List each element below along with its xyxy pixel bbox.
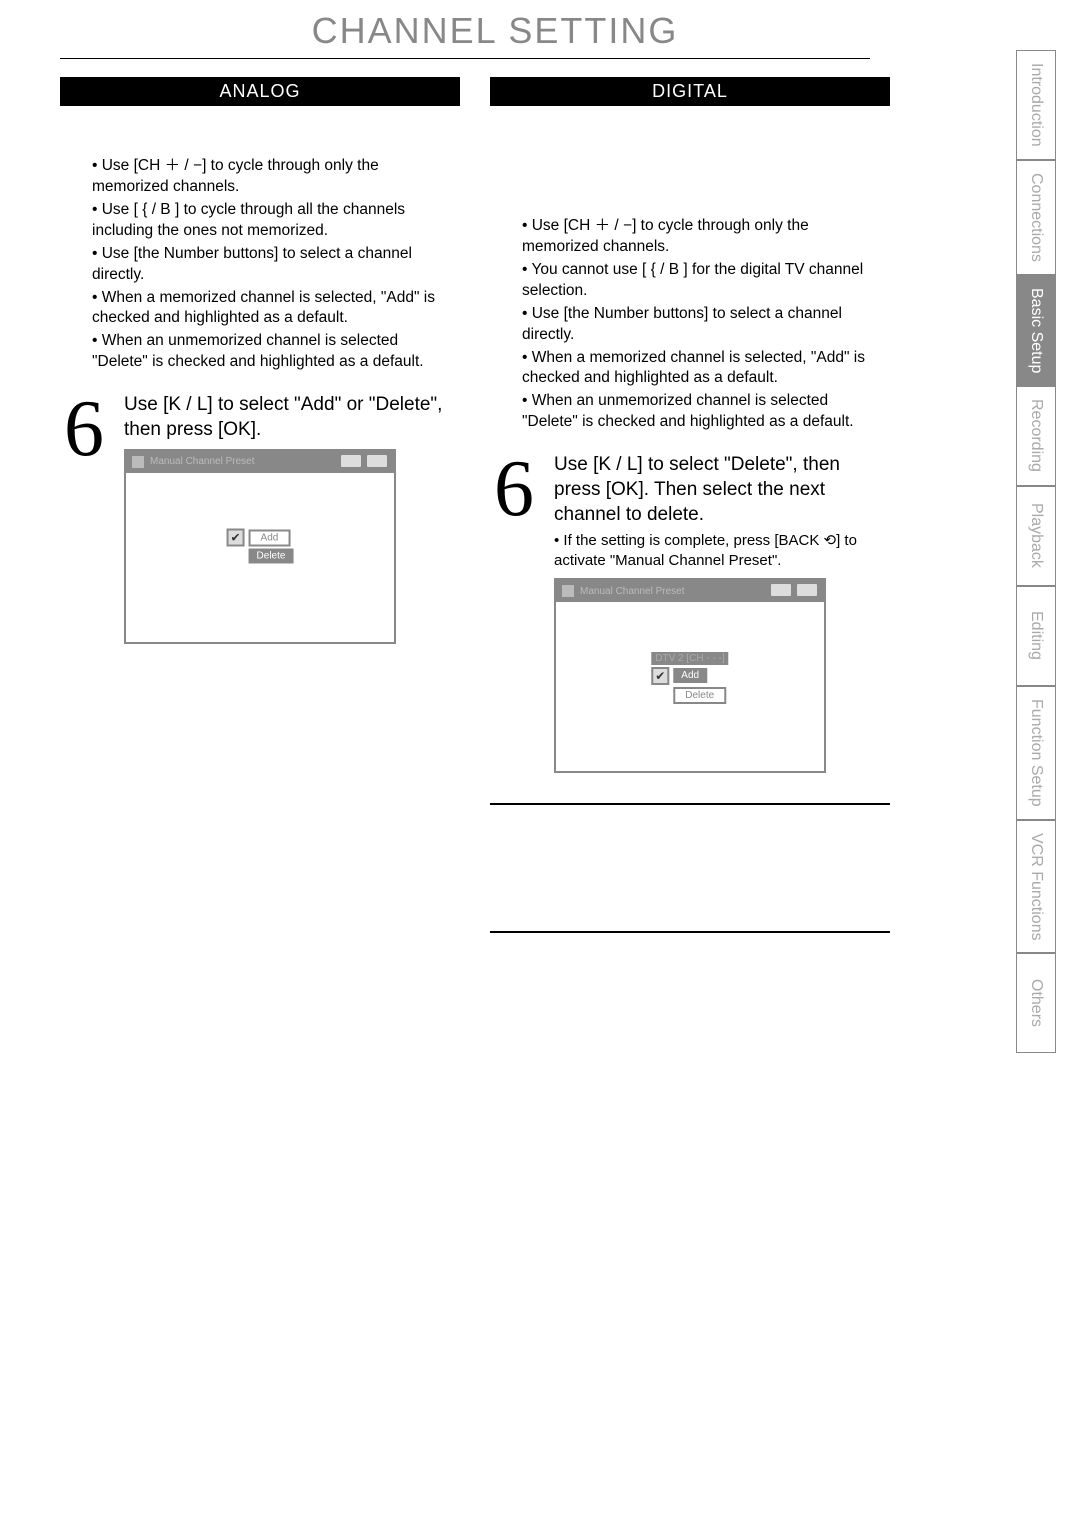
column-digital: DIGITAL • Use [CH ＋ / −] to cycle throug… <box>490 77 890 933</box>
analog-osd: Manual Channel Preset ✔ Add <box>124 449 396 644</box>
digital-osd: Manual Channel Preset DTV 2 [CH - - -] ✔… <box>554 578 826 773</box>
tab-introduction[interactable]: Introduction <box>1016 50 1056 160</box>
osd-header-label: Manual Channel Preset <box>150 456 255 467</box>
tab-playback[interactable]: Playback <box>1016 486 1056 586</box>
osd-option-add: Add <box>673 668 707 683</box>
digital-step-6: 6 Use [K / L] to select "Delete", then p… <box>490 453 890 773</box>
analog-line: • Use [CH ＋ / −] to cycle through only t… <box>92 156 450 198</box>
tab-vcr-functions[interactable]: VCR Functions <box>1016 820 1056 954</box>
digital-line: • Use [CH ＋ / −] to cycle through only t… <box>522 216 880 258</box>
osd-header-label: Manual Channel Preset <box>580 586 685 597</box>
digital-line: • Use [the Number buttons] to select a c… <box>522 304 880 346</box>
digital-line: • When an unmemorized channel is selecte… <box>522 391 880 433</box>
side-tabs: Introduction Connections Basic Setup Rec… <box>916 50 1056 1053</box>
analog-line: • Use [ { / B ] to cycle through all the… <box>92 200 450 242</box>
about-box <box>490 803 890 933</box>
osd-icon <box>340 454 362 468</box>
tab-others[interactable]: Others <box>1016 953 1056 1053</box>
osd-checkbox-icon: ✔ <box>651 667 669 685</box>
osd-icon <box>770 583 792 597</box>
tab-connections[interactable]: Connections <box>1016 160 1056 275</box>
osd-square-icon <box>562 585 574 597</box>
analog-header: ANALOG <box>60 77 460 106</box>
tab-editing[interactable]: Editing <box>1016 586 1056 686</box>
osd-option-delete: Delete <box>249 549 294 564</box>
osd-square-icon <box>132 456 144 468</box>
tab-recording[interactable]: Recording <box>1016 386 1056 486</box>
osd-icon <box>366 454 388 468</box>
tab-function-setup[interactable]: Function Setup <box>1016 686 1056 820</box>
step-number: 6 <box>494 453 554 773</box>
page-title: CHANNEL SETTING <box>60 10 930 52</box>
analog-step-6: 6 Use [K / L] to select "Add" or "Delete… <box>60 393 460 643</box>
analog-step-title: Use [K / L] to select "Add" or "Delete",… <box>124 393 460 442</box>
digital-header: DIGITAL <box>490 77 890 106</box>
osd-option-delete: Delete <box>673 687 726 704</box>
osd-checkbox-icon: ✔ <box>227 529 245 547</box>
analog-line: • Use [the Number buttons] to select a c… <box>92 244 450 286</box>
digital-line: • You cannot use [ { / B ] for the digit… <box>522 260 880 302</box>
tab-basic-setup[interactable]: Basic Setup <box>1016 275 1056 386</box>
digital-line: • When a memorized channel is selected, … <box>522 348 880 390</box>
analog-line: • When a memorized channel is selected, … <box>92 288 450 330</box>
step-number: 6 <box>64 393 124 643</box>
digital-step-sub: • If the setting is complete, press [BAC… <box>554 531 890 570</box>
osd-option-add: Add <box>249 529 291 546</box>
analog-line: • When an unmemorized channel is selecte… <box>92 331 450 373</box>
osd-channel-info: DTV 2 [CH - - -] <box>651 652 728 665</box>
osd-icon <box>796 583 818 597</box>
digital-body: • Use [CH ＋ / −] to cycle through only t… <box>490 216 890 433</box>
title-rule <box>60 58 870 59</box>
column-analog: ANALOG • Use [CH ＋ / −] to cycle through… <box>60 77 460 933</box>
analog-body: • Use [CH ＋ / −] to cycle through only t… <box>60 156 460 373</box>
digital-step-title: Use [K / L] to select "Delete", then pre… <box>554 453 890 527</box>
